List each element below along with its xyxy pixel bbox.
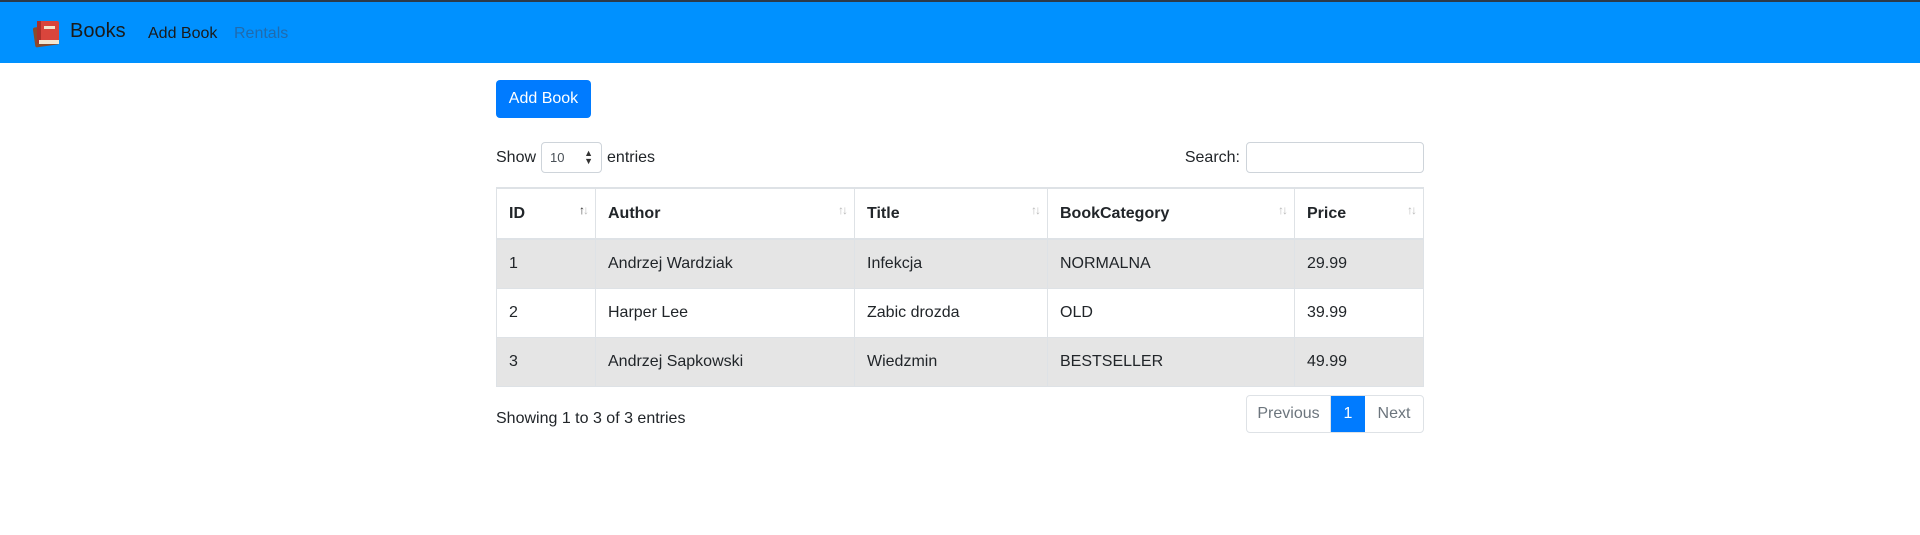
cell-title: Wiedzmin: [854, 336, 1048, 387]
entries-label: entries: [607, 148, 656, 166]
cell-author: Andrzej Wardziak: [595, 238, 855, 289]
search-control: Search:: [1185, 142, 1424, 173]
table-row[interactable]: 1 Andrzej Wardziak Infekcja NORMALNA 29.…: [496, 238, 1424, 289]
column-header-id[interactable]: ID ↑↓: [496, 187, 596, 240]
cell-category: NORMALNA: [1047, 238, 1295, 289]
cell-price: 39.99: [1294, 287, 1424, 338]
pagination-previous[interactable]: Previous: [1247, 396, 1331, 432]
column-header-bookcategory[interactable]: BookCategory ↑↓: [1047, 187, 1295, 240]
table-row[interactable]: 3 Andrzej Sapkowski Wiedzmin BESTSELLER …: [496, 336, 1424, 387]
column-header-title[interactable]: Title ↑↓: [854, 187, 1048, 240]
entries-length-control: Show 10 ▲ ▼ entries: [496, 142, 655, 173]
table-row[interactable]: 2 Harper Lee Zabic drozda OLD 39.99: [496, 287, 1424, 338]
search-input[interactable]: [1246, 142, 1424, 173]
column-header-price[interactable]: Price ↑↓: [1294, 187, 1424, 240]
sort-asc-icon: ↑↓: [579, 203, 589, 217]
nav-rentals[interactable]: Rentals: [234, 25, 288, 43]
header-label: ID: [509, 204, 525, 222]
add-book-button[interactable]: Add Book: [496, 80, 591, 118]
books-logo-icon: [30, 16, 64, 50]
books-table: ID ↑↓ Author ↑↓ Title ↑↓ BookCategory ↑↓…: [496, 187, 1424, 387]
cell-author: Andrzej Sapkowski: [595, 336, 855, 387]
navbar: Books Add Book Rentals: [0, 0, 1920, 63]
sort-icon: ↑↓: [1278, 203, 1288, 217]
table-header-row: ID ↑↓ Author ↑↓ Title ↑↓ BookCategory ↑↓…: [496, 187, 1424, 240]
cell-category: BESTSELLER: [1047, 336, 1295, 387]
column-header-author[interactable]: Author ↑↓: [595, 187, 855, 240]
sort-icon: ↑↓: [838, 203, 848, 217]
entries-select-wrapper: 10 ▲ ▼: [536, 142, 607, 173]
header-label: Price: [1307, 204, 1347, 222]
cell-id: 1: [496, 238, 596, 289]
pagination-page-1[interactable]: 1: [1331, 396, 1365, 432]
entries-select[interactable]: 10: [541, 142, 603, 173]
cell-category: OLD: [1047, 287, 1295, 338]
sort-icon: ↑↓: [1031, 203, 1041, 217]
cell-price: 49.99: [1294, 336, 1424, 387]
cell-title: Zabic drozda: [854, 287, 1048, 338]
cell-price: 29.99: [1294, 238, 1424, 289]
brand[interactable]: Books: [30, 16, 126, 50]
cell-title: Infekcja: [854, 238, 1048, 289]
sort-icon: ↑↓: [1407, 203, 1417, 217]
cell-id: 2: [496, 287, 596, 338]
cell-id: 3: [496, 336, 596, 387]
header-label: Author: [608, 204, 661, 222]
pagination: Previous 1 Next: [1246, 395, 1424, 433]
cell-author: Harper Lee: [595, 287, 855, 338]
header-label: BookCategory: [1060, 204, 1170, 222]
nav-add-book[interactable]: Add Book: [148, 25, 217, 43]
table-info: Showing 1 to 3 of 3 entries: [496, 410, 686, 427]
show-label: Show: [496, 148, 537, 166]
header-label: Title: [867, 204, 900, 222]
pagination-next[interactable]: Next: [1365, 396, 1423, 432]
search-label: Search:: [1184, 148, 1240, 166]
brand-text: Books: [70, 19, 126, 42]
